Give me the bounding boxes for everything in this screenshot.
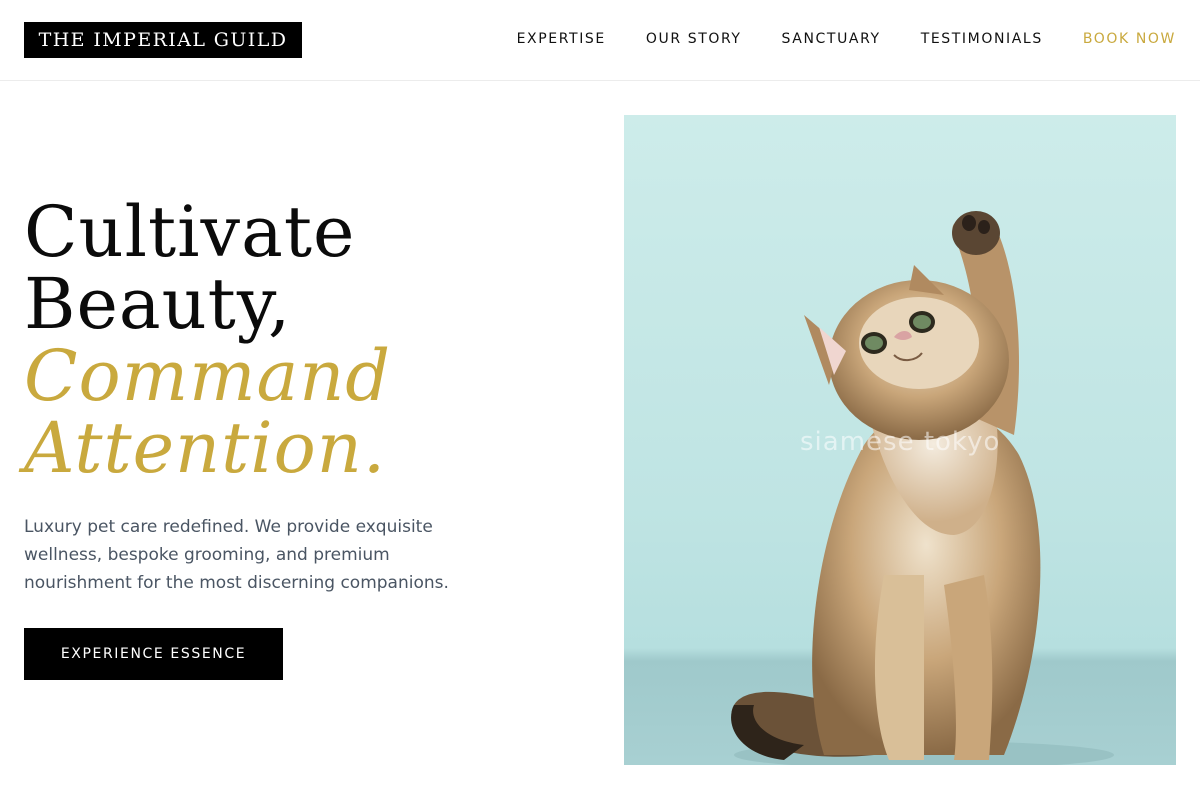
headline-line-4: Attention.: [24, 407, 387, 489]
nav-testimonials[interactable]: TESTIMONIALS: [921, 31, 1043, 47]
nav-sanctuary[interactable]: SANCTUARY: [782, 31, 881, 47]
image-watermark: siamese tokyo: [800, 427, 1001, 457]
headline-line-3: Command: [24, 335, 392, 417]
headline-line-1: Cultivate: [24, 191, 356, 273]
nav-expertise[interactable]: EXPERTISE: [517, 31, 606, 47]
headline-line-2: Beauty,: [24, 263, 292, 345]
brand-logo[interactable]: THE IMPERIAL GUILD: [24, 22, 302, 58]
hero-headline: Cultivate Beauty, Command Attention.: [24, 196, 584, 484]
site-header: THE IMPERIAL GUILD EXPERTISE OUR STORY S…: [0, 0, 1200, 81]
experience-essence-button[interactable]: EXPERIENCE ESSENCE: [24, 628, 283, 680]
nav-book-now[interactable]: BOOK NOW: [1083, 31, 1176, 47]
hero-subcopy: Luxury pet care redefined. We provide ex…: [24, 517, 449, 593]
main-nav: EXPERTISE OUR STORY SANCTUARY TESTIMONIA…: [517, 30, 1176, 48]
nav-our-story[interactable]: OUR STORY: [646, 31, 742, 47]
hero-image: siamese tokyo: [624, 115, 1176, 765]
